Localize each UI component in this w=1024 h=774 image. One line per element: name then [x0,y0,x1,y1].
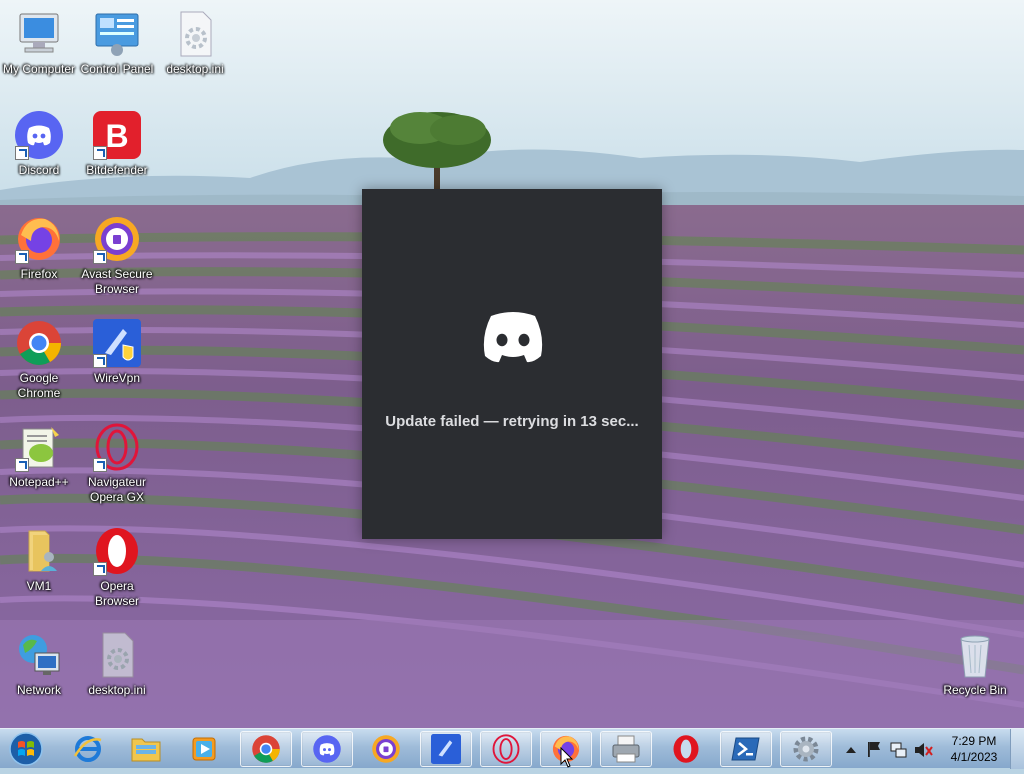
start-button[interactable] [6,731,46,767]
shortcut-arrow-icon [15,458,29,472]
taskbar-google-chrome[interactable] [240,731,292,767]
desktop-icon-label: My Computer [2,62,76,76]
desktop-icon-label: VM1 [26,579,52,593]
powershell-icon [731,737,760,761]
desktop-icon-label: Firefox [20,267,58,281]
desktop-icon-label: desktop.ini [88,683,146,697]
taskbar-fax-printer[interactable] [600,731,652,767]
taskbar-discord[interactable] [301,731,353,767]
network-status-icon [890,742,907,758]
taskbar: 7:29 PM 4/1/2023 [0,728,1024,769]
desktop-icon-label: Control Panel [80,62,154,76]
desktop-icon-label: Discord [18,163,60,177]
taskbar-internet-explorer[interactable] [62,731,114,767]
notepad-plus-plus-icon [15,423,63,472]
avast-browser-icon [93,215,141,264]
desktop-icon-wirevpn[interactable]: WireVpn [78,319,156,386]
desktop-icon-avast-secure-browser[interactable]: Avast Secure Browser [78,215,156,297]
computer-icon [15,10,63,58]
desktop-icon-desktop-ini[interactable]: desktop.ini [156,10,234,77]
desktop-icon-discord[interactable]: Discord [0,111,78,178]
shortcut-arrow-icon [93,562,107,576]
shortcut-arrow-icon [93,250,107,264]
opera-gx-icon [492,734,520,764]
desktop-icon-label: Network [16,683,61,697]
desktop-icon-desktop-ini-2[interactable]: desktop.ini [78,631,156,698]
desktop-icon-recycle-bin[interactable]: Recycle Bin [936,631,1014,698]
taskbar-file-explorer[interactable] [120,731,172,767]
wirevpn-icon [431,734,461,764]
opera-icon [673,735,699,763]
taskbar-wirevpn[interactable] [420,731,472,767]
shortcut-arrow-icon [15,250,29,264]
desktop-icon-label: Recycle Bin [943,683,1007,697]
chrome-icon [252,735,280,763]
desktop-icon-label: WireVpn [93,371,140,385]
clock-date: 4/1/2023 [950,750,998,764]
desktop-icon-label: Opera Browser [94,579,139,608]
desktop-icon-label: Notepad++ [9,475,69,489]
mouse-cursor-icon [560,747,574,768]
taskbar-opera[interactable] [660,731,712,767]
shortcut-arrow-icon [93,146,107,160]
clock-time: 7:29 PM [951,734,997,748]
system-clock[interactable]: 7:29 PM 4/1/2023 [938,733,1010,765]
taskbar-powershell[interactable] [720,731,772,767]
bitdefender-icon: B [93,111,141,160]
desktop-icon-control-panel[interactable]: Control Panel [78,10,156,77]
updater-status-text: Update failed — retrying in 13 sec... [385,413,639,430]
desktop-icon-firefox[interactable]: Firefox [0,215,78,282]
shortcut-arrow-icon [93,458,107,472]
desktop-icon-my-computer[interactable]: My Computer [0,10,78,77]
desktop-icon-opera-browser[interactable]: Opera Browser [78,527,156,609]
avast-browser-icon [372,735,400,763]
desktop-icon-bitdefender[interactable]: B Bitdefender [78,111,156,178]
desktop-icon-label: Navigateur Opera GX [87,475,147,504]
shortcut-arrow-icon [15,146,29,160]
chrome-icon [15,319,63,367]
desktop-icon-google-chrome[interactable]: Google Chrome [0,319,78,401]
folder-icon [131,738,161,762]
recycle-bin-icon [951,631,999,679]
media-player-icon [192,737,216,761]
desktop-icon-opera-gx[interactable]: Navigateur Opera GX [78,423,156,505]
svg-text:B: B [105,118,128,154]
gear-icon [793,736,819,762]
firefox-icon [15,215,63,264]
opera-icon [93,527,141,576]
shortcut-arrow-icon [93,354,107,368]
printer-icon [612,735,640,763]
taskbar-avast-secure-browser[interactable] [360,731,412,767]
network-icon [15,631,63,679]
control-panel-icon [93,10,141,58]
desktop-icon-label: desktop.ini [166,62,224,76]
discord-icon [15,111,63,160]
settings-file-icon [171,10,219,58]
taskbar-opera-gx[interactable] [480,731,532,767]
taskbar-media-player[interactable] [178,731,230,767]
internet-explorer-icon [73,736,102,762]
folder-user-icon [15,527,63,575]
desktop-icon-network[interactable]: Network [0,631,78,698]
settings-file-icon [93,631,141,679]
wirevpn-icon [93,319,141,368]
show-desktop-button[interactable] [1010,729,1024,769]
desktop-icon-notepad-plus-plus[interactable]: Notepad++ [0,423,78,490]
desktop-icon-label: Avast Secure Browser [81,267,153,296]
discord-icon [313,735,341,763]
desktop-icon-vm1[interactable]: VM1 [0,527,78,594]
desktop-icon-label: Google Chrome [17,371,61,400]
desktop-icon-label: Bitdefender [86,163,148,177]
taskbar-settings[interactable] [780,731,832,767]
discord-logo-icon [483,312,543,363]
show-hidden-icons-icon [846,747,856,753]
action-center-flag-icon [868,742,880,757]
discord-updater-window: Update failed — retrying in 13 sec... [362,189,662,539]
opera-gx-icon [93,423,141,472]
volume-muted-icon [915,743,933,757]
